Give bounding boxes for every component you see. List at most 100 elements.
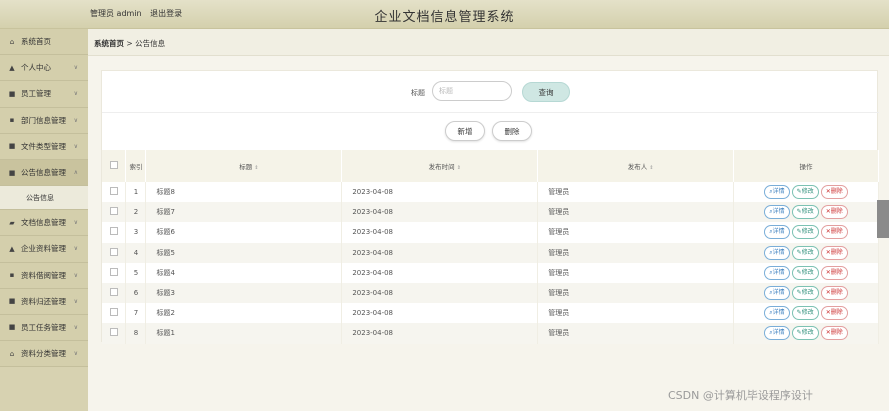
delete-label: 删除 <box>830 329 843 337</box>
detail-button[interactable]: ⌕详情 <box>764 245 790 260</box>
search-bar: 标题 查询 <box>102 71 879 113</box>
detail-label: 详情 <box>772 208 785 216</box>
row-title: 标题4 <box>145 262 343 283</box>
delete-button[interactable]: ✕删除 <box>820 326 848 341</box>
scrollbar-thumb[interactable] <box>877 200 889 238</box>
delete-button[interactable]: ✕删除 <box>820 286 848 301</box>
edit-button[interactable]: ✎修改 <box>791 225 819 240</box>
row-actions: ⌕详情 ✎修改 ✕删除 <box>733 182 879 203</box>
detail-label: 详情 <box>772 309 785 317</box>
row-checkbox[interactable] <box>102 323 127 344</box>
row-index: 8 <box>125 323 147 344</box>
edit-button[interactable]: ✎修改 <box>791 286 819 301</box>
sidebar-item-borrowing[interactable]: ▪ 资料借阅管理 ∨ <box>0 262 88 289</box>
row-index: 3 <box>125 222 147 243</box>
sidebar-item-label: 企业资料管理 <box>21 244 66 254</box>
edit-label: 修改 <box>801 228 814 236</box>
sidebar-item-notices[interactable]: ■ 公告信息管理 ∧ <box>0 159 88 187</box>
sort-icon: ⇕ <box>254 165 259 171</box>
edit-button[interactable]: ✎修改 <box>791 205 819 220</box>
row-time: 2023-04-08 <box>341 202 539 223</box>
row-publisher: 管理员 <box>537 303 735 324</box>
detail-button[interactable]: ⌕详情 <box>764 225 790 240</box>
sidebar-item-tasks[interactable]: ■ 员工任务管理 ∨ <box>0 314 88 342</box>
edit-button[interactable]: ✎修改 <box>791 326 819 341</box>
action-bar: 新增 删除 <box>102 114 879 150</box>
sidebar-subitem-notice-info[interactable]: 公告信息 <box>0 186 88 211</box>
row-actions: ⌕详情 ✎修改 ✕删除 <box>733 202 879 223</box>
chevron-down-icon: ∨ <box>73 116 78 124</box>
sidebar-item-profile[interactable]: ▲ 个人中心 ∨ <box>0 55 88 82</box>
delete-button[interactable]: ✕删除 <box>820 225 848 240</box>
detail-button[interactable]: ⌕详情 <box>764 185 790 200</box>
table-row: 2 标题7 2023-04-08 管理员 ⌕详情 ✎修改 ✕删除 <box>102 202 879 223</box>
delete-label: 删除 <box>830 268 843 276</box>
sidebar-item-returns[interactable]: ■ 资料归还管理 ∨ <box>0 288 88 315</box>
watermark: CSDN @计算机毕设程序设计 <box>668 389 813 402</box>
row-time: 2023-04-08 <box>341 323 539 344</box>
row-index: 1 <box>125 182 147 203</box>
search-label: 标题 <box>411 89 425 97</box>
delete-label: 删除 <box>830 208 843 216</box>
table-row: 5 标题4 2023-04-08 管理员 ⌕详情 ✎修改 ✕删除 <box>102 262 879 283</box>
sidebar-item-label: 部门信息管理 <box>21 115 66 125</box>
table-header-row: 索引 标题 ⇕ 发布时间 ⇕ 发布人 ⇕ 操作 <box>102 150 879 182</box>
edit-button[interactable]: ✎修改 <box>791 185 819 200</box>
detail-button[interactable]: ⌕详情 <box>764 265 790 280</box>
delete-button[interactable]: ✕删除 <box>820 245 848 260</box>
row-publisher: 管理员 <box>537 323 735 344</box>
sidebar-item-file-types[interactable]: ■ 文件类型管理 ∨ <box>0 133 88 160</box>
search-input[interactable] <box>432 81 512 101</box>
sidebar-item-departments[interactable]: ▪ 部门信息管理 ∨ <box>0 107 88 134</box>
sidebar-item-home[interactable]: ⌂ 系统首页 <box>0 29 88 56</box>
row-actions: ⌕详情 ✎修改 ✕删除 <box>733 323 879 344</box>
row-checkbox[interactable] <box>102 222 127 243</box>
add-button[interactable]: 新增 <box>445 121 485 141</box>
row-publisher: 管理员 <box>537 282 735 304</box>
row-index: 5 <box>125 262 147 283</box>
row-publisher: 管理员 <box>537 202 735 223</box>
row-index: 4 <box>125 242 147 263</box>
breadcrumb: 系统首页 > 公告信息 <box>88 29 889 56</box>
sidebar-item-label: 资料分类管理 <box>21 349 66 359</box>
row-checkbox[interactable] <box>102 262 127 283</box>
sidebar-item-company-materials[interactable]: ▲ 企业资料管理 ∨ <box>0 236 88 263</box>
hat-icon: ⌂ <box>9 349 15 358</box>
sidebar-item-categories[interactable]: ⌂ 资料分类管理 ∨ <box>0 341 88 368</box>
row-checkbox[interactable] <box>102 202 127 223</box>
detail-button[interactable]: ⌕详情 <box>764 286 790 301</box>
row-checkbox[interactable] <box>102 303 127 324</box>
detail-label: 详情 <box>772 268 785 276</box>
row-title: 标题8 <box>145 182 343 203</box>
header-title[interactable]: 标题 ⇕ <box>145 150 343 182</box>
chevron-up-icon: ∧ <box>73 168 78 176</box>
detail-button[interactable]: ⌕详情 <box>764 205 790 220</box>
detail-button[interactable]: ⌕详情 <box>764 326 790 341</box>
breadcrumb-home[interactable]: 系统首页 <box>94 39 124 48</box>
delete-label: 删除 <box>830 228 843 236</box>
delete-selected-button[interactable]: 删除 <box>492 121 532 141</box>
edit-button[interactable]: ✎修改 <box>791 306 819 321</box>
delete-button[interactable]: ✕删除 <box>820 185 848 200</box>
content-panel: 标题 查询 新增 删除 索引 标题 ⇕ 发布时间 ⇕ 发布人 ⇕ 操作 1标题8… <box>101 70 879 344</box>
delete-button[interactable]: ✕删除 <box>820 205 848 220</box>
edit-button[interactable]: ✎修改 <box>791 245 819 260</box>
query-button[interactable]: 查询 <box>522 82 570 102</box>
edit-label: 修改 <box>801 309 814 317</box>
row-checkbox[interactable] <box>102 182 127 203</box>
grid-icon: ■ <box>8 142 16 151</box>
detail-button[interactable]: ⌕详情 <box>764 306 790 321</box>
row-actions: ⌕详情 ✎修改 ✕删除 <box>733 303 879 324</box>
edit-label: 修改 <box>801 289 814 297</box>
header-publisher-label: 发布人 <box>627 163 648 171</box>
row-checkbox[interactable] <box>102 282 127 304</box>
delete-button[interactable]: ✕删除 <box>820 306 848 321</box>
header-publisher[interactable]: 发布人 ⇕ <box>537 150 735 182</box>
select-all-checkbox[interactable] <box>102 150 127 182</box>
edit-button[interactable]: ✎修改 <box>791 265 819 280</box>
row-checkbox[interactable] <box>102 242 127 263</box>
sidebar-item-employees[interactable]: ■ 员工管理 ∨ <box>0 81 88 108</box>
header-time[interactable]: 发布时间 ⇕ <box>341 150 539 182</box>
sidebar-item-documents[interactable]: ▰ 文档信息管理 ∨ <box>0 210 88 237</box>
delete-button[interactable]: ✕删除 <box>820 265 848 280</box>
